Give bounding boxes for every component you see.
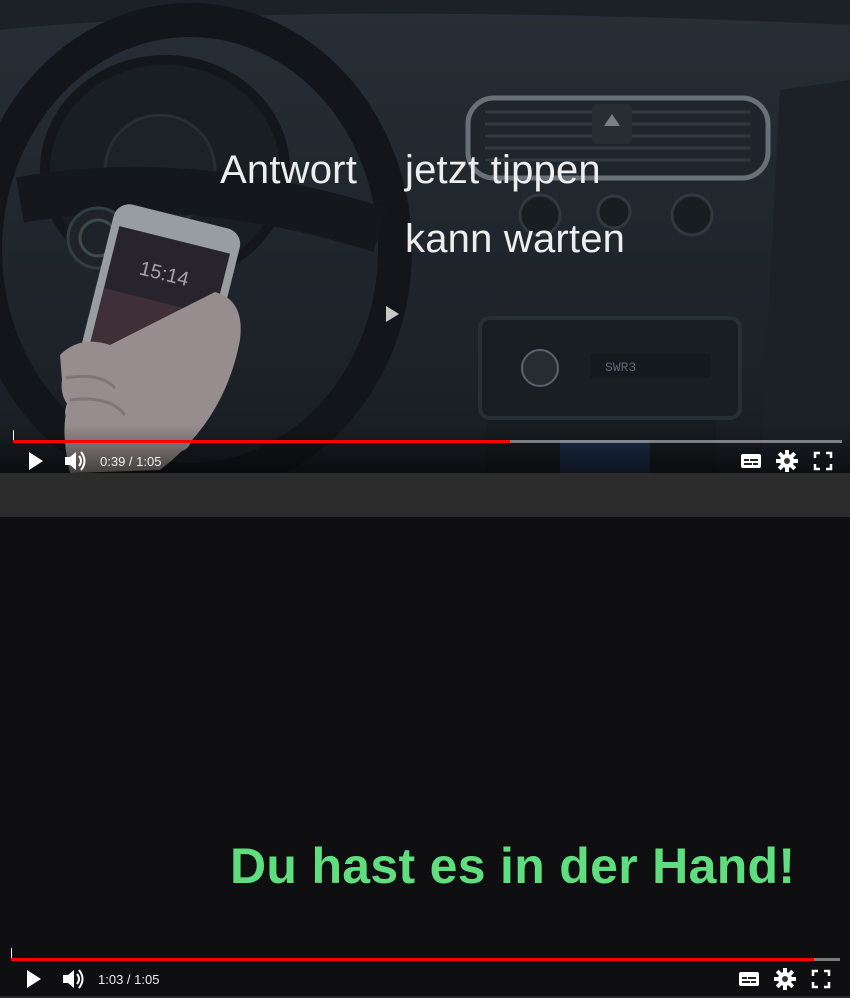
control-bar: 0:39 / 1:05 xyxy=(0,425,850,473)
fullscreen-icon xyxy=(811,969,831,989)
mute-button[interactable] xyxy=(61,447,89,473)
overlay-text-kann-warten: kann warten xyxy=(405,217,626,261)
mute-button[interactable] xyxy=(59,965,87,993)
subtitles-icon xyxy=(741,454,761,468)
duration: 1:05 xyxy=(134,972,160,987)
fullscreen-button[interactable] xyxy=(807,965,835,993)
settings-icon xyxy=(774,968,796,990)
progress-bar[interactable] xyxy=(11,958,840,961)
play-icon xyxy=(29,452,43,470)
player-separator xyxy=(0,473,850,517)
time-separator: / xyxy=(123,972,135,987)
control-bar-bottom: 1:03 / 1:05 xyxy=(0,943,850,991)
overlay-text-jetzt-tippen: jetzt tippen xyxy=(405,148,601,192)
current-time: 0:39 xyxy=(100,454,126,469)
overlay-text-antwort: Antwort xyxy=(220,148,358,192)
volume-icon xyxy=(63,969,84,989)
volume-icon xyxy=(65,451,86,471)
chapter-start-tick xyxy=(13,430,14,440)
settings-button[interactable] xyxy=(771,965,799,993)
center-play-icon xyxy=(386,306,399,322)
subtitles-button[interactable] xyxy=(737,447,765,473)
progress-played xyxy=(11,958,815,961)
subtitles-button[interactable] xyxy=(735,965,763,993)
current-time: 1:03 xyxy=(98,972,124,987)
chapter-start-tick xyxy=(11,948,12,958)
fullscreen-icon xyxy=(813,451,833,471)
subtitles-icon xyxy=(739,972,759,986)
progress-bar[interactable] xyxy=(13,440,842,443)
time-separator: / xyxy=(125,454,137,469)
play-icon xyxy=(27,970,41,988)
video-player-top[interactable]: SWR3 15:14 Antwort jetzt tippen kann war… xyxy=(0,0,850,473)
settings-button[interactable] xyxy=(773,447,801,473)
progress-played xyxy=(13,440,511,443)
time-display: 1:03 / 1:05 xyxy=(98,972,159,987)
play-button[interactable] xyxy=(19,965,47,993)
settings-icon xyxy=(776,450,798,472)
video-caption-green: Du hast es in der Hand! xyxy=(230,838,796,894)
video-player-bottom[interactable] xyxy=(0,517,850,996)
play-button[interactable] xyxy=(21,447,49,473)
duration: 1:05 xyxy=(136,454,162,469)
time-display: 0:39 / 1:05 xyxy=(100,454,161,469)
fullscreen-button[interactable] xyxy=(809,447,837,473)
